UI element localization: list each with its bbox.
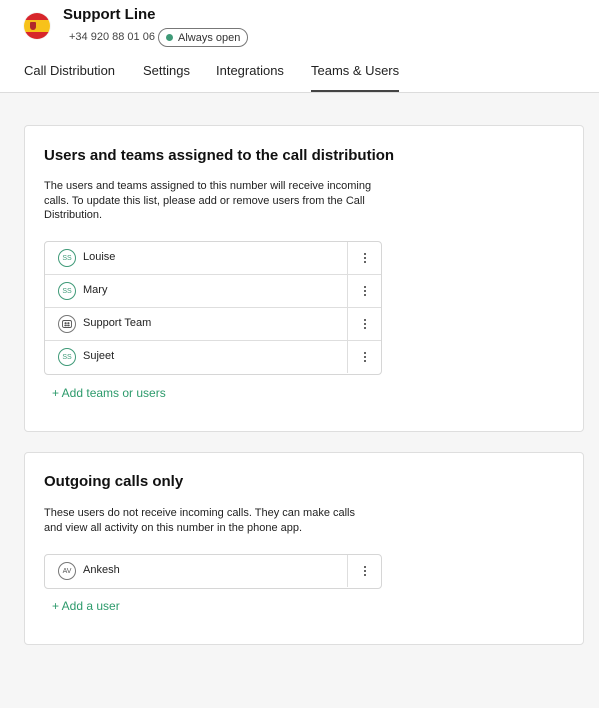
- spain-flag-icon: [24, 13, 50, 39]
- phone-number: +34 920 88 01 06: [69, 31, 155, 43]
- list-item-label: Louise: [83, 251, 116, 263]
- avatar: SS: [58, 249, 76, 267]
- kebab-icon: [363, 351, 366, 363]
- outgoing-calls-card: Outgoing calls only These users do not r…: [24, 452, 584, 645]
- kebab-icon: [363, 252, 366, 264]
- list-item-label: Sujeet: [83, 350, 115, 362]
- list-item-body: SS Sujeet: [45, 341, 348, 373]
- list-item-label: Support Team: [83, 317, 152, 329]
- more-options-button[interactable]: [348, 242, 381, 274]
- list-item: SS Sujeet: [45, 341, 381, 374]
- page-header: Support Line +34 920 88 01 06 Always ope…: [0, 0, 599, 93]
- outgoing-section-description: These users do not receive incoming call…: [44, 507, 355, 534]
- list-item: AV Ankesh: [45, 555, 381, 588]
- assigned-section-description: The users and teams assigned to this num…: [44, 180, 372, 221]
- add-user-link[interactable]: + Add a user: [52, 599, 120, 613]
- tab-teams-users[interactable]: Teams & Users: [311, 63, 400, 92]
- avatar: AV: [58, 562, 76, 580]
- more-options-button[interactable]: [348, 308, 381, 340]
- assigned-section-title: Users and teams assigned to the call dis…: [44, 147, 395, 164]
- list-item: SS Mary: [45, 275, 381, 308]
- list-item-body: SS Mary: [45, 275, 348, 307]
- outgoing-section-title: Outgoing calls only: [44, 473, 184, 490]
- add-teams-or-users-link[interactable]: + Add teams or users: [52, 386, 166, 400]
- status-label: Always open: [178, 31, 241, 44]
- outgoing-list: AV Ankesh: [44, 554, 382, 589]
- tab-call-distribution[interactable]: Call Distribution: [24, 63, 115, 92]
- list-item-label: Ankesh: [83, 564, 120, 576]
- list-item-label: Mary: [83, 284, 108, 296]
- more-options-button[interactable]: [348, 275, 381, 307]
- avatar: SS: [58, 282, 76, 300]
- tab-settings[interactable]: Settings: [143, 63, 190, 92]
- avatar: SS: [58, 348, 76, 366]
- assigned-users-card: Users and teams assigned to the call dis…: [24, 125, 584, 432]
- kebab-icon: [363, 318, 366, 330]
- status-dot-icon: [166, 34, 173, 41]
- assigned-list: SS Louise SS Mary Support Team SS Sujeet: [44, 241, 382, 375]
- status-badge: Always open: [158, 28, 249, 47]
- page-title: Support Line: [63, 6, 156, 23]
- kebab-icon: [363, 565, 366, 577]
- list-item-body: AV Ankesh: [45, 555, 348, 587]
- team-icon: [58, 315, 76, 333]
- tab-bar: Call Distribution Settings Integrations …: [0, 63, 599, 93]
- more-options-button[interactable]: [348, 555, 381, 587]
- list-item-body: SS Louise: [45, 242, 348, 274]
- kebab-icon: [363, 285, 366, 297]
- list-item: Support Team: [45, 308, 381, 341]
- list-item: SS Louise: [45, 242, 381, 275]
- list-item-body: Support Team: [45, 308, 348, 340]
- more-options-button[interactable]: [348, 341, 381, 373]
- tab-integrations[interactable]: Integrations: [216, 63, 284, 92]
